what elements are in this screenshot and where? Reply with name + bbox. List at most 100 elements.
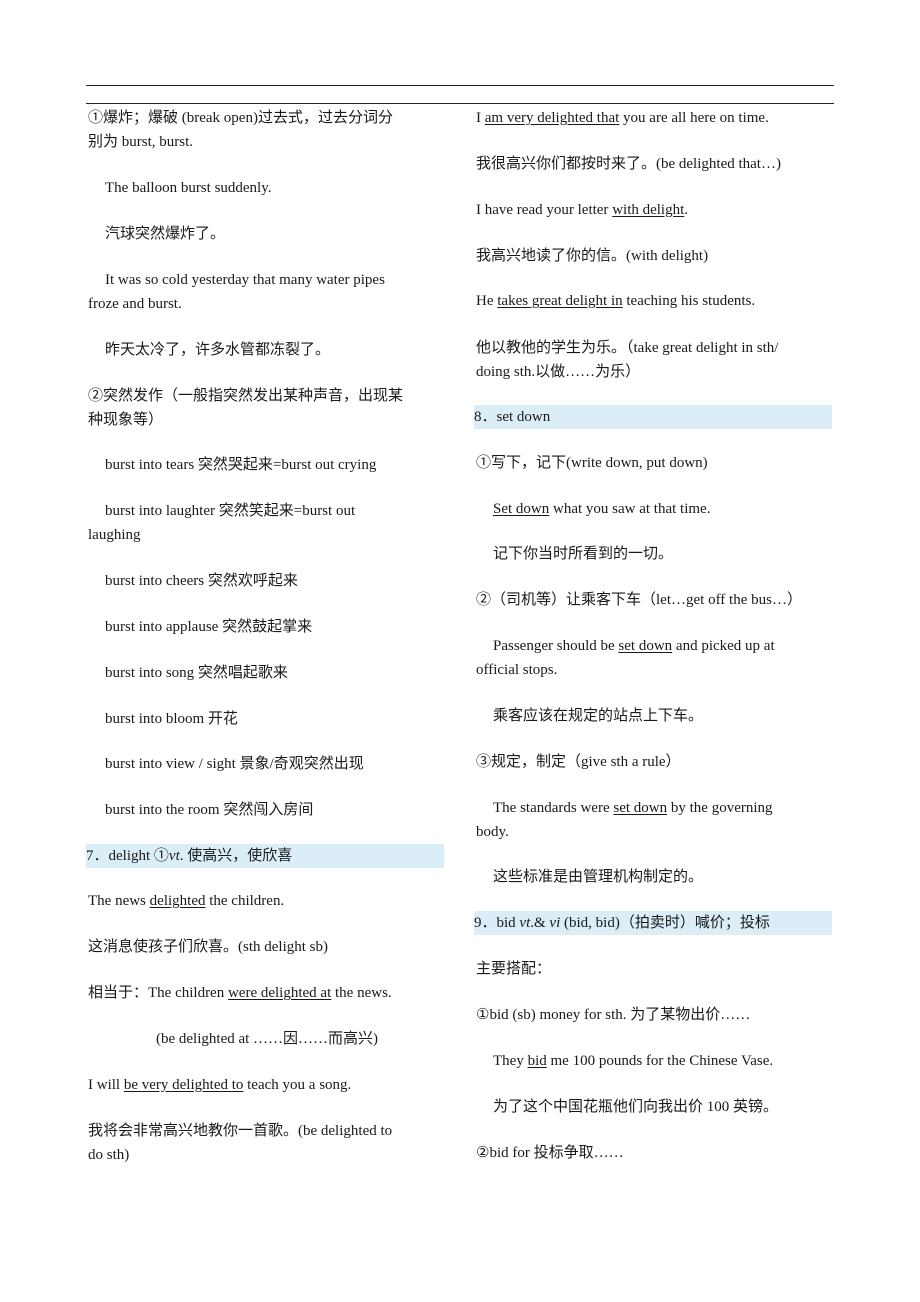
text-line: Set down what you saw at that time. xyxy=(476,497,710,521)
paragraph: It was so cold yesterday that many water… xyxy=(88,268,385,316)
text-segment: burst into the room 突然闯入房间 xyxy=(105,802,314,818)
paragraph: 这些标准是由管理机构制定的。 xyxy=(476,865,703,889)
paragraph: 我将会非常高兴地教你一首歌。(be delighted to do sth) xyxy=(88,1119,392,1167)
text-segment: 9．bid xyxy=(474,915,520,931)
text-line: burst into cheers 突然欢呼起来 xyxy=(88,569,298,593)
text-segment: 种现象等） xyxy=(88,412,164,428)
text-segment: 8．set down xyxy=(474,409,551,425)
text-segment: ②bid for 投标争取…… xyxy=(476,1145,624,1161)
text-segment: and picked up at xyxy=(672,638,775,654)
text-line: The balloon burst suddenly. xyxy=(88,176,272,200)
text-segment: The news xyxy=(88,893,150,909)
paragraph: 汽球突然爆炸了。 xyxy=(88,222,225,246)
underlined-phrase: Set down xyxy=(493,501,550,517)
text-segment: 这些标准是由管理机构制定的。 xyxy=(493,869,704,885)
text-line: 记下你当时所看到的一切。 xyxy=(476,542,673,566)
text-segment: you are all here on time. xyxy=(619,110,769,126)
paragraph: 相当于：The children were delighted at the n… xyxy=(88,981,392,1005)
text-segment: burst into bloom 开花 xyxy=(105,711,238,727)
paragraph: burst into laughter 突然笑起来=burst out laugh… xyxy=(88,499,355,547)
text-line: ②（司机等）让乘客下车（let…get off the bus…） xyxy=(476,588,802,612)
text-line: burst into bloom 开花 xyxy=(88,707,238,731)
text-segment: ①爆炸；爆破 (break open)过去式，过去分词分 xyxy=(88,110,393,126)
text-line: doing sth.以做……为乐） xyxy=(476,360,778,384)
text-line: I will be very delighted to teach you a … xyxy=(88,1073,351,1097)
text-line: ②bid for 投标争取…… xyxy=(476,1141,624,1165)
text-line: ②突然发作（一般指突然发出某种声音，出现某 xyxy=(88,384,403,408)
text-line: 相当于：The children were delighted at the n… xyxy=(88,981,392,1005)
text-line: 昨天太冷了，许多水管都冻裂了。 xyxy=(88,338,330,362)
text-line: It was so cold yesterday that many water… xyxy=(88,268,385,292)
paragraph: ②bid for 投标争取…… xyxy=(476,1141,624,1165)
paragraph: Set down what you saw at that time. xyxy=(476,497,710,521)
paragraph: ①写下，记下(write down, put down) xyxy=(476,451,708,475)
text-line: burst into tears 突然哭起来=burst out crying xyxy=(88,453,376,477)
text-segment: 别为 burst, burst. xyxy=(88,134,194,150)
text-line: burst into the room 突然闯入房间 xyxy=(88,798,313,822)
text-segment: They xyxy=(493,1053,528,1069)
underlined-phrase: delighted xyxy=(149,893,206,909)
text-line: (be delighted at ……因……而高兴) xyxy=(88,1027,378,1051)
text-line: burst into view / sight 景象/奇观突然出现 xyxy=(88,752,364,776)
text-line: do sth) xyxy=(88,1143,392,1167)
paragraph: They bid me 100 pounds for the Chinese V… xyxy=(476,1049,773,1073)
text-line: 我很高兴你们都按时来了。(be delighted that…) xyxy=(476,152,781,176)
section-heading: 9．bid vt.& vi (bid, bid)（拍卖时）喊价；投标 xyxy=(474,911,832,935)
underlined-phrase: set down xyxy=(618,638,673,654)
section-heading: 8．set down xyxy=(474,405,832,429)
text-line: ③规定，制定（give sth a rule） xyxy=(476,750,681,774)
text-segment: official stops. xyxy=(476,662,558,678)
underlined-phrase: be very delighted to xyxy=(123,1077,244,1093)
paragraph: ③规定，制定（give sth a rule） xyxy=(476,750,681,774)
paragraph: The news delighted the children. xyxy=(88,889,284,913)
text-line: The news delighted the children. xyxy=(88,889,284,913)
paragraph: 我高兴地读了你的信。(with delight) xyxy=(476,244,708,268)
text-segment: me 100 pounds for the Chinese Vase. xyxy=(546,1053,774,1069)
text-line: burst into song 突然唱起歌来 xyxy=(88,661,288,685)
text-segment: 我将会非常高兴地教你一首歌。(be delighted to xyxy=(88,1123,393,1139)
text-segment: 记下你当时所看到的一切。 xyxy=(493,546,674,562)
text-segment: 我高兴地读了你的信。(with delight) xyxy=(476,248,709,264)
paragraph: 他以教他的学生为乐。（take great delight in sth/doi… xyxy=(476,336,778,384)
paragraph: I have read your letter with delight. xyxy=(476,198,688,222)
paragraph: burst into view / sight 景象/奇观突然出现 xyxy=(88,752,364,776)
text-segment: 昨天太冷了，许多水管都冻裂了。 xyxy=(105,342,331,358)
text-line: 别为 burst, burst. xyxy=(88,130,393,154)
text-segment: 乘客应该在规定的站点上下车。 xyxy=(493,708,704,724)
text-segment: doing sth.以做……为乐） xyxy=(476,364,641,380)
text-segment: the news. xyxy=(331,985,392,1001)
text-line: ①bid (sb) money for sth. 为了某物出价…… xyxy=(476,1003,750,1027)
text-segment: 他以教他的学生为乐。（take great delight in sth/ xyxy=(476,340,779,356)
text-segment: 这消息使孩子们欣喜。(sth delight sb) xyxy=(88,939,328,955)
text-line: body. xyxy=(476,820,773,844)
header-rule-top xyxy=(86,85,834,86)
paragraph: 主要搭配： xyxy=(476,957,551,981)
text-line: ①爆炸；爆破 (break open)过去式，过去分词分 xyxy=(88,106,393,130)
paragraph: ①爆炸；爆破 (break open)过去式，过去分词分 别为 burst, bu… xyxy=(88,106,393,154)
text-segment: He xyxy=(476,293,498,309)
text-segment: ①写下，记下(write down, put down) xyxy=(476,455,708,471)
text-line: He takes great delight in teaching his s… xyxy=(476,289,755,313)
text-segment: do sth) xyxy=(88,1147,130,1163)
paragraph: 这消息使孩子们欣喜。(sth delight sb) xyxy=(88,935,328,959)
paragraph: He takes great delight in teaching his s… xyxy=(476,289,755,313)
text-line: froze and burst. xyxy=(88,292,385,316)
text-line: 7．delight ①vt. 使高兴，使欣喜 xyxy=(86,844,444,868)
paragraph: burst into cheers 突然欢呼起来 xyxy=(88,569,298,593)
text-line: 汽球突然爆炸了。 xyxy=(88,222,225,246)
text-segment: burst into tears 突然哭起来=burst out crying xyxy=(105,457,377,473)
text-line: 为了这个中国花瓶他们向我出价 100 英镑。 xyxy=(476,1095,778,1119)
text-segment: laughing xyxy=(88,527,141,543)
text-line: burst into laughter 突然笑起来=burst out xyxy=(88,499,355,523)
underlined-phrase: were delighted at xyxy=(227,985,332,1001)
paragraph: ①bid (sb) money for sth. 为了某物出价…… xyxy=(476,1003,750,1027)
text-line: laughing xyxy=(88,523,355,547)
paragraph: 昨天太冷了，许多水管都冻裂了。 xyxy=(88,338,330,362)
text-line: I have read your letter with delight. xyxy=(476,198,688,222)
paragraph: ②（司机等）让乘客下车（let…get off the bus…） xyxy=(476,588,802,612)
text-segment: by the governing xyxy=(667,800,773,816)
text-segment: burst into view / sight 景象/奇观突然出现 xyxy=(105,756,364,772)
text-segment: It was so cold yesterday that many water… xyxy=(105,272,385,288)
underlined-phrase: with delight xyxy=(612,202,685,218)
text-line: 8．set down xyxy=(474,405,832,429)
